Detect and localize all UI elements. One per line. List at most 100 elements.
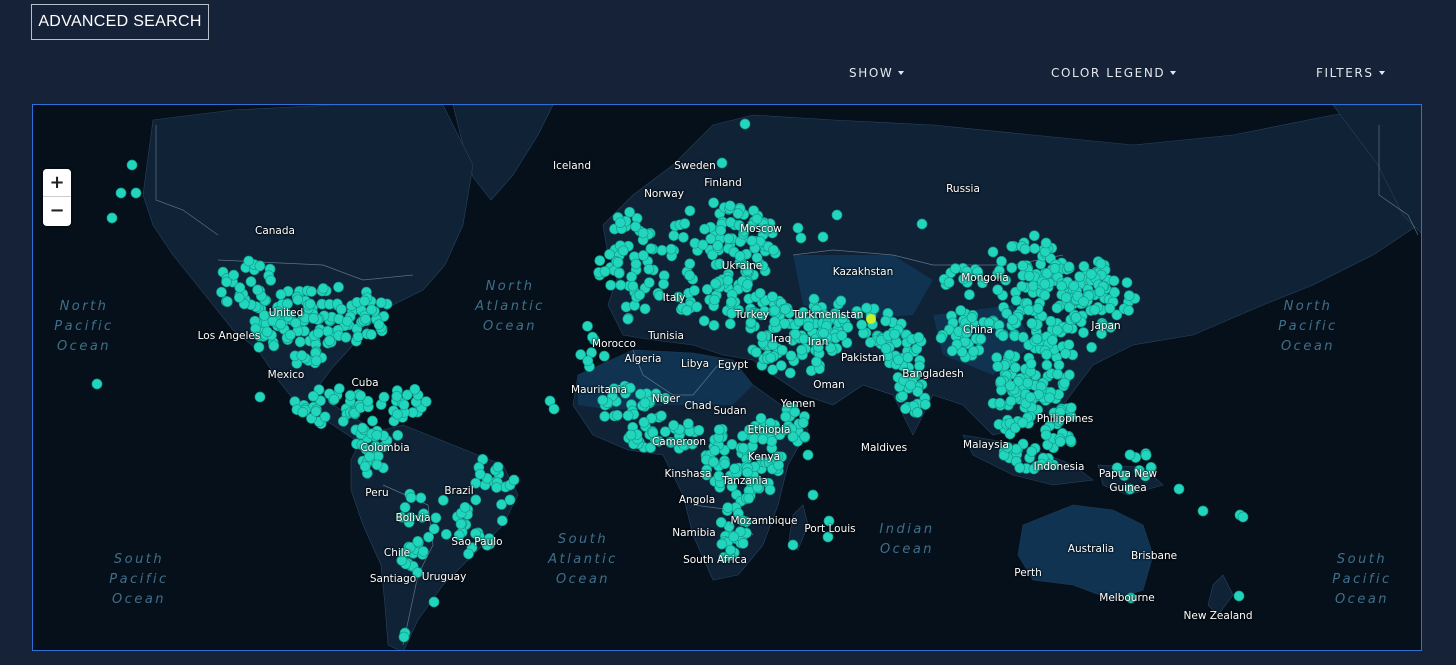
- event-marker[interactable]: [822, 531, 834, 543]
- event-marker[interactable]: [946, 345, 958, 357]
- event-marker[interactable]: [1016, 280, 1028, 292]
- event-marker[interactable]: [599, 411, 611, 422]
- event-marker[interactable]: [647, 427, 659, 439]
- event-marker[interactable]: [297, 406, 309, 418]
- event-marker[interactable]: [737, 515, 749, 527]
- event-marker[interactable]: [1051, 324, 1063, 336]
- event-marker[interactable]: [360, 313, 371, 325]
- event-marker[interactable]: [1108, 275, 1120, 287]
- event-marker[interactable]: [1017, 417, 1029, 428]
- event-marker[interactable]: [831, 209, 843, 221]
- event-marker[interactable]: [889, 328, 900, 340]
- event-marker[interactable]: [1004, 349, 1015, 361]
- event-marker[interactable]: [1029, 243, 1040, 254]
- event-marker[interactable]: [307, 390, 319, 402]
- event-marker[interactable]: [995, 376, 1007, 387]
- event-marker[interactable]: [742, 265, 753, 277]
- event-marker[interactable]: [268, 340, 280, 352]
- event-marker[interactable]: [699, 223, 710, 235]
- event-marker[interactable]: [508, 474, 520, 486]
- event-marker[interactable]: [1078, 327, 1089, 338]
- event-marker[interactable]: [880, 343, 892, 355]
- event-marker[interactable]: [474, 468, 486, 480]
- event-marker[interactable]: [221, 296, 233, 308]
- event-marker[interactable]: [724, 318, 736, 330]
- event-marker[interactable]: [914, 360, 925, 372]
- event-marker[interactable]: [741, 467, 753, 478]
- event-marker[interactable]: [787, 431, 799, 443]
- event-marker[interactable]: [324, 335, 335, 347]
- event-marker[interactable]: [817, 231, 829, 243]
- event-marker[interactable]: [1002, 441, 1013, 453]
- event-marker[interactable]: [481, 539, 493, 551]
- event-marker[interactable]: [723, 233, 735, 244]
- selected-event-marker[interactable]: [866, 314, 876, 324]
- event-marker[interactable]: [1007, 314, 1019, 326]
- event-marker[interactable]: [751, 213, 763, 225]
- event-marker[interactable]: [582, 320, 593, 332]
- event-marker[interactable]: [893, 354, 904, 366]
- event-marker[interactable]: [961, 266, 973, 277]
- event-marker[interactable]: [650, 388, 662, 400]
- event-marker[interactable]: [811, 356, 822, 368]
- event-marker[interactable]: [470, 528, 481, 539]
- event-marker[interactable]: [987, 246, 999, 258]
- event-marker[interactable]: [708, 197, 719, 209]
- event-marker[interactable]: [672, 291, 684, 303]
- event-marker[interactable]: [761, 223, 773, 235]
- event-marker[interactable]: [1145, 462, 1157, 473]
- event-marker[interactable]: [328, 393, 340, 405]
- event-marker[interactable]: [964, 289, 975, 301]
- event-marker[interactable]: [746, 235, 758, 247]
- event-marker[interactable]: [900, 403, 911, 415]
- event-marker[interactable]: [340, 331, 352, 343]
- event-marker[interactable]: [991, 352, 1003, 363]
- event-marker[interactable]: [742, 279, 753, 290]
- event-marker[interactable]: [764, 484, 776, 496]
- event-marker[interactable]: [1197, 505, 1209, 517]
- event-marker[interactable]: [275, 318, 287, 330]
- event-marker[interactable]: [808, 293, 820, 305]
- event-marker[interactable]: [1123, 305, 1134, 316]
- event-marker[interactable]: [767, 339, 779, 351]
- event-marker[interactable]: [722, 502, 734, 513]
- event-marker[interactable]: [333, 383, 345, 394]
- event-marker[interactable]: [1063, 261, 1075, 273]
- event-marker[interactable]: [396, 511, 407, 523]
- event-marker[interactable]: [492, 461, 504, 473]
- event-marker[interactable]: [1000, 274, 1011, 286]
- event-marker[interactable]: [716, 538, 728, 550]
- event-marker[interactable]: [750, 346, 762, 358]
- event-marker[interactable]: [880, 315, 891, 327]
- event-marker[interactable]: [994, 265, 1005, 277]
- event-marker[interactable]: [705, 233, 717, 245]
- event-marker[interactable]: [902, 352, 914, 363]
- event-marker[interactable]: [1006, 262, 1018, 274]
- event-marker[interactable]: [785, 350, 797, 362]
- event-marker[interactable]: [496, 499, 507, 510]
- event-marker[interactable]: [713, 470, 725, 482]
- event-marker[interactable]: [470, 477, 482, 489]
- event-marker[interactable]: [797, 417, 809, 429]
- event-marker[interactable]: [653, 290, 665, 301]
- event-marker[interactable]: [292, 294, 304, 306]
- event-marker[interactable]: [265, 274, 277, 286]
- event-marker[interactable]: [744, 424, 755, 436]
- event-marker[interactable]: [285, 329, 296, 341]
- event-marker[interactable]: [1028, 230, 1040, 242]
- event-marker[interactable]: [1056, 280, 1067, 292]
- event-marker[interactable]: [780, 303, 791, 315]
- event-marker[interactable]: [691, 301, 703, 313]
- event-marker[interactable]: [630, 258, 642, 270]
- event-marker[interactable]: [1027, 280, 1039, 292]
- event-marker[interactable]: [367, 415, 378, 427]
- event-marker[interactable]: [665, 243, 677, 255]
- event-marker[interactable]: [1094, 286, 1106, 298]
- event-marker[interactable]: [611, 409, 623, 421]
- event-marker[interactable]: [459, 501, 471, 513]
- event-marker[interactable]: [599, 266, 611, 277]
- event-marker[interactable]: [627, 280, 639, 292]
- event-marker[interactable]: [1124, 449, 1136, 461]
- event-marker[interactable]: [966, 312, 978, 323]
- event-marker[interactable]: [693, 424, 705, 436]
